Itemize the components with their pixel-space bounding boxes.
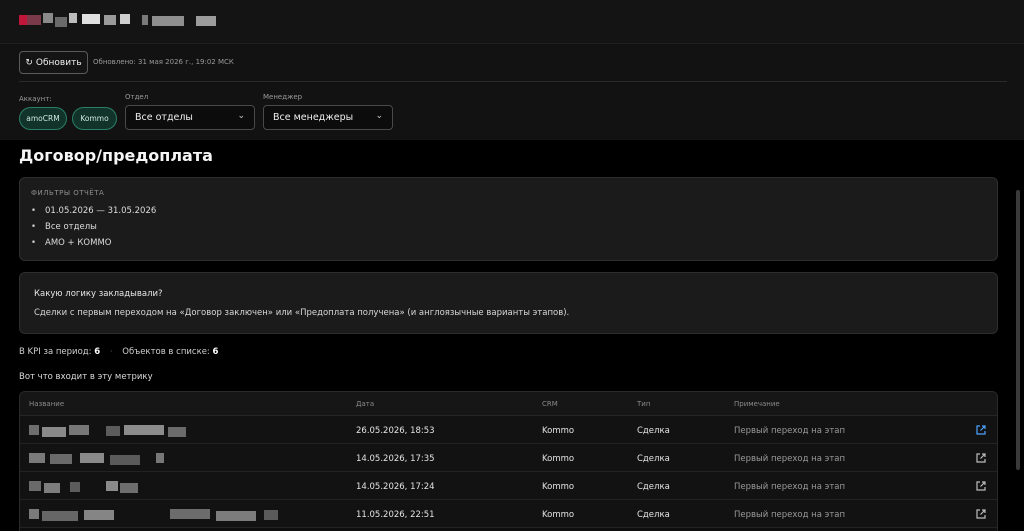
divider bbox=[19, 81, 1007, 82]
column-header-date: Дата bbox=[356, 400, 375, 408]
row-crm: Kommo bbox=[542, 426, 575, 436]
table-row[interactable]: 11.05.2026, 22:51 Kommo Сделка Первый пе… bbox=[20, 500, 997, 528]
metric-table: Название Дата CRM Тип Примечание 26.05.2… bbox=[19, 391, 998, 531]
column-header-note: Примечание bbox=[734, 400, 780, 408]
metric-caption: Вот что входит в эту метрику bbox=[19, 372, 153, 382]
filter-item: Все отделы bbox=[31, 222, 97, 232]
separator-dot: · bbox=[109, 347, 113, 357]
column-header-crm: CRM bbox=[542, 400, 558, 408]
row-crm: Kommo bbox=[542, 454, 575, 464]
logic-answer: Сделки с первым переходом на «Договор за… bbox=[34, 308, 570, 318]
row-note: Первый переход на этап bbox=[734, 482, 846, 492]
page-title: Договор/предоплата bbox=[19, 146, 213, 165]
logic-question: Какую логику закладывали? bbox=[34, 289, 163, 299]
filter-item: АМО + КОММО bbox=[31, 238, 111, 248]
logic-card: Какую логику закладывали? Сделки с первы… bbox=[19, 272, 998, 334]
row-type: Сделка bbox=[637, 426, 670, 436]
chevron-down-icon: ⌄ bbox=[375, 111, 383, 121]
department-label: Отдел bbox=[125, 93, 149, 101]
row-crm: Kommo bbox=[542, 510, 575, 520]
chevron-down-icon: ⌄ bbox=[237, 111, 245, 121]
manager-value: Все менеджеры bbox=[273, 112, 354, 123]
scrollbar[interactable] bbox=[1016, 190, 1020, 470]
row-type: Сделка bbox=[637, 510, 670, 520]
kpi-stats: В KPI за период: 6 · Объектов в списке: … bbox=[19, 347, 218, 357]
column-header-name: Название bbox=[29, 400, 65, 408]
table-row[interactable]: 26.05.2026, 18:53 Kommo Сделка Первый пе… bbox=[20, 416, 997, 444]
filter-item: 01.05.2026 — 31.05.2026 bbox=[31, 206, 156, 216]
external-link-icon[interactable] bbox=[975, 452, 987, 464]
row-note: Первый переход на этап bbox=[734, 426, 846, 436]
refresh-icon: ↻ bbox=[25, 57, 33, 68]
row-date: 14.05.2026, 17:35 bbox=[356, 454, 435, 464]
external-link-icon[interactable] bbox=[975, 508, 987, 520]
row-type: Сделка bbox=[637, 482, 670, 492]
list-value: 6 bbox=[212, 347, 219, 357]
kpi-label: В KPI за период: bbox=[19, 347, 92, 357]
report-filters-title: ФИЛЬТРЫ ОТЧЁТА bbox=[31, 189, 105, 197]
table-row[interactable]: 14.05.2026, 17:35 Kommo Сделка Первый пе… bbox=[20, 444, 997, 472]
refresh-button[interactable]: ↻ Обновить bbox=[19, 51, 88, 74]
account-pill-amocrm[interactable]: amoCRM bbox=[19, 107, 67, 130]
table-row[interactable]: 14.05.2026, 17:24 Kommo Сделка Первый пе… bbox=[20, 472, 997, 500]
manager-select[interactable]: Все менеджеры ⌄ bbox=[263, 105, 393, 130]
manager-label: Менеджер bbox=[263, 93, 303, 101]
list-label: Объектов в списке: bbox=[122, 347, 210, 357]
report-filters-card: ФИЛЬТРЫ ОТЧЁТА 01.05.2026 — 31.05.2026 В… bbox=[19, 177, 998, 261]
top-bar bbox=[0, 0, 1024, 44]
external-link-icon[interactable] bbox=[975, 480, 987, 492]
row-type: Сделка bbox=[637, 454, 670, 464]
department-value: Все отделы bbox=[135, 112, 193, 123]
account-label: Аккаунт: bbox=[19, 95, 52, 103]
row-date: 11.05.2026, 22:51 bbox=[356, 510, 435, 520]
account-pill-kommo[interactable]: Kommo bbox=[72, 107, 117, 130]
row-crm: Kommo bbox=[542, 482, 575, 492]
row-note: Первый переход на этап bbox=[734, 454, 846, 464]
department-select[interactable]: Все отделы ⌄ bbox=[125, 105, 255, 130]
row-note: Первый переход на этап bbox=[734, 510, 846, 520]
refresh-label: Обновить bbox=[35, 57, 82, 68]
external-link-icon[interactable] bbox=[975, 424, 987, 436]
table-header: Название Дата CRM Тип Примечание bbox=[20, 392, 997, 416]
column-header-type: Тип bbox=[637, 400, 651, 408]
updated-timestamp: Обновлено: 31 мая 2026 г., 19:02 МСК bbox=[93, 58, 234, 66]
row-date: 26.05.2026, 18:53 bbox=[356, 426, 435, 436]
row-date: 14.05.2026, 17:24 bbox=[356, 482, 435, 492]
kpi-value: 6 bbox=[94, 347, 101, 357]
